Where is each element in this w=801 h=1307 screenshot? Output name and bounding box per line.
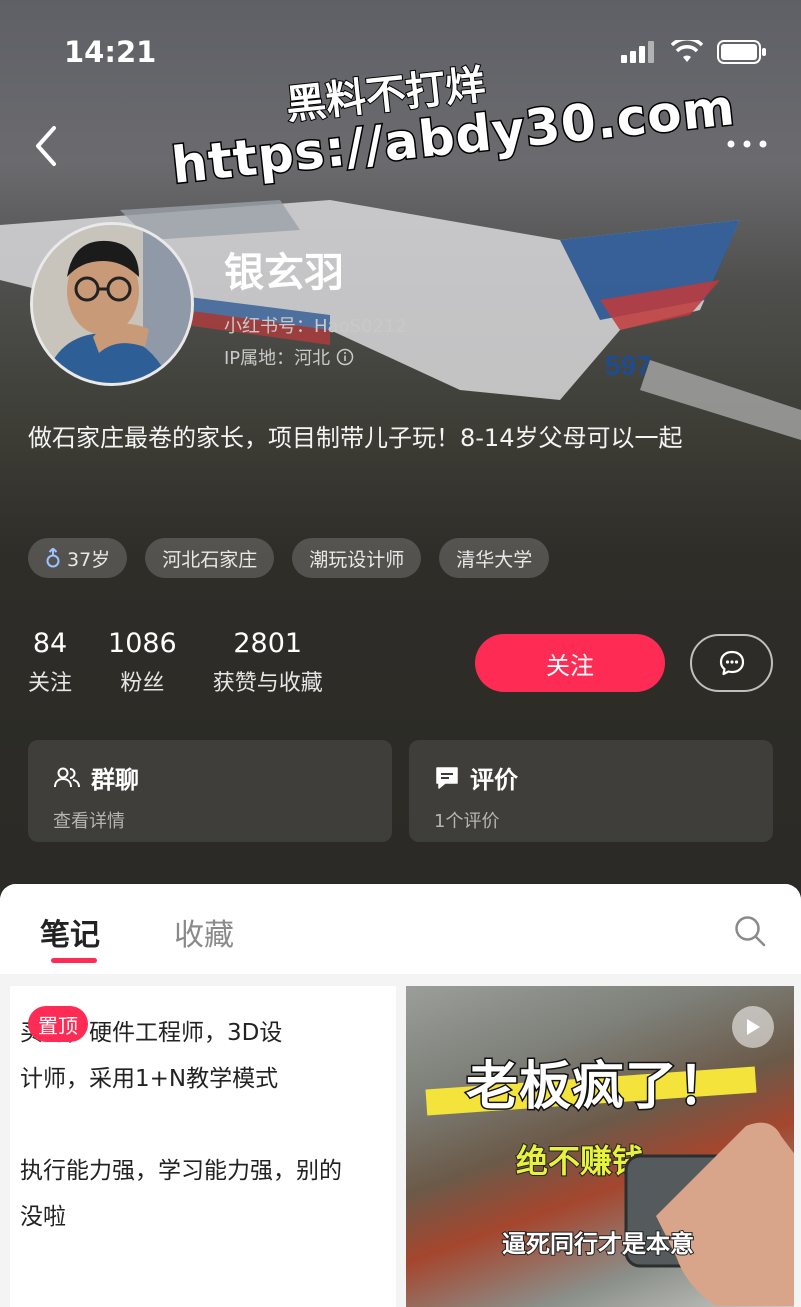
info-icon[interactable]	[336, 348, 354, 366]
stat-likes-label: 获赞与收藏	[212, 671, 323, 696]
ip-location-text: IP属地：河北	[224, 348, 331, 369]
profile-name: 银玄羽	[224, 250, 344, 296]
message-button[interactable]	[690, 634, 773, 692]
note-text-body: 买马，硬件工程师，3D设 计师，采用1+N教学模式 执行能力强，学习能力强，别的…	[20, 1020, 342, 1230]
tag-age-label: 37岁	[67, 548, 111, 571]
stat-following[interactable]: 84 关注	[28, 628, 72, 697]
video-caption: 逼死同行才是本意	[501, 1229, 695, 1259]
search-icon[interactable]	[733, 914, 767, 948]
group-chat-card[interactable]: 群聊 查看详情	[28, 740, 392, 842]
tag-location-label: 河北石家庄	[162, 548, 258, 571]
profile-stats: 84 关注 1086 粉丝 2801 获赞与收藏	[28, 628, 323, 697]
more-options-icon[interactable]	[725, 130, 769, 158]
review-title: 评价	[470, 766, 518, 794]
content-sheet: 笔记 收藏 置顶 买马，硬件工程师，3D设 计师，采用1+N教学模式 执行能力强…	[0, 884, 801, 1307]
tag-school-label: 清华大学	[456, 548, 533, 571]
note-card-text[interactable]: 置顶 买马，硬件工程师，3D设 计师，采用1+N教学模式 执行能力强，学习能力强…	[10, 986, 396, 1307]
ip-location: IP属地：河北	[224, 344, 354, 370]
male-icon	[46, 548, 60, 568]
stat-following-label: 关注	[28, 671, 73, 696]
tag-school: 清华大学	[439, 538, 550, 578]
profile-bio: 做石家庄最卷的家长，项目制带儿子玩！8-14岁父母可以一起	[28, 424, 683, 452]
red-id: 小红书号：HaoS0212	[224, 316, 407, 337]
group-icon	[54, 767, 80, 787]
plane-number: 597	[605, 350, 652, 381]
tag-location: 河北石家庄	[145, 538, 275, 578]
profile-tags: 37岁 河北石家庄 潮玩设计师 清华大学	[28, 538, 550, 578]
tag-age: 37岁	[28, 538, 128, 578]
tab-notes[interactable]: 笔记	[40, 910, 100, 954]
tab-collections[interactable]: 收藏	[174, 910, 234, 954]
stat-followers[interactable]: 1086 粉丝	[108, 628, 177, 697]
stat-followers-count: 1086	[108, 628, 177, 659]
tag-profession: 潮玩设计师	[292, 538, 422, 578]
pinned-badge: 置顶	[28, 1006, 88, 1042]
chat-bubble-icon	[719, 650, 744, 676]
stat-following-count: 84	[32, 628, 68, 659]
video-badge	[732, 1006, 774, 1048]
status-time: 14:21	[64, 35, 157, 69]
avatar[interactable]	[30, 222, 194, 386]
tab-bar: 笔记 收藏	[0, 884, 801, 974]
review-card[interactable]: 评价 1个评价	[409, 740, 773, 842]
follow-button[interactable]: 关注	[475, 634, 665, 692]
hand-image	[624, 1122, 794, 1306]
group-chat-title: 群聊	[91, 766, 139, 794]
back-arrow-icon[interactable]	[30, 122, 64, 170]
stat-likes-count: 2801	[233, 628, 303, 659]
note-card-video[interactable]: 老板疯了！ 绝不赚钱 逼死同行才是本意	[406, 986, 794, 1307]
stat-likes[interactable]: 2801 获赞与收藏	[213, 628, 323, 697]
group-chat-subtitle: 查看详情	[53, 811, 125, 832]
avatar-photo	[33, 225, 191, 383]
play-icon	[747, 1019, 760, 1035]
active-tab-indicator	[51, 958, 97, 963]
tag-profession-label: 潮玩设计师	[309, 548, 405, 571]
stat-followers-label: 粉丝	[120, 671, 165, 696]
review-subtitle: 1个评价	[434, 811, 500, 832]
battery-icon	[717, 40, 766, 64]
wifi-icon	[671, 40, 703, 62]
comment-icon	[436, 766, 458, 789]
